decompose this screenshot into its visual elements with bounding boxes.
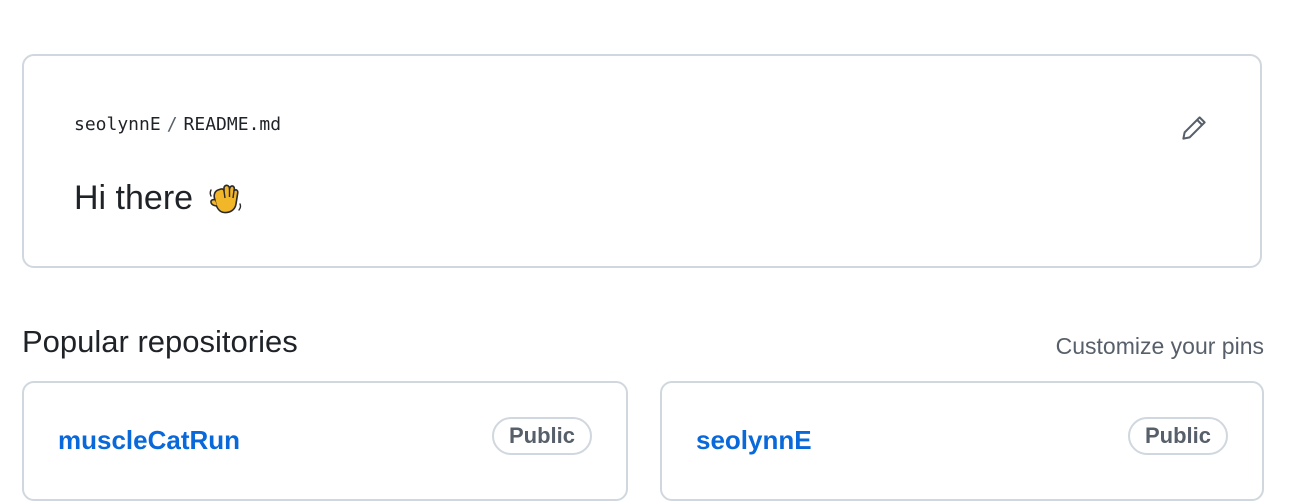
profile-readme-card: seolynnE / README.md Hi there: [22, 54, 1262, 268]
repo-card: muscleCatRun Public: [22, 381, 628, 501]
repo-name-link[interactable]: seolynnE: [696, 425, 812, 456]
readme-heading-text: Hi there: [74, 178, 194, 217]
customize-pins-link[interactable]: Customize your pins: [1056, 333, 1264, 360]
waving-hand-icon: [209, 184, 242, 214]
readme-owner[interactable]: seolynnE: [74, 114, 161, 135]
readme-path: seolynnE / README.md: [74, 114, 281, 135]
edit-readme-button[interactable]: [1176, 110, 1212, 146]
visibility-badge: Public: [1127, 417, 1228, 455]
popular-repositories-heading: Popular repositories: [22, 324, 298, 359]
visibility-badge: Public: [491, 417, 592, 455]
readme-heading: Hi there: [74, 178, 245, 218]
repo-card: seolynnE Public: [660, 381, 1264, 501]
pencil-icon: [1182, 116, 1206, 140]
repo-name-link[interactable]: muscleCatRun: [58, 425, 240, 456]
readme-file-name[interactable]: README.md: [184, 114, 282, 135]
readme-path-separator: /: [166, 114, 178, 135]
